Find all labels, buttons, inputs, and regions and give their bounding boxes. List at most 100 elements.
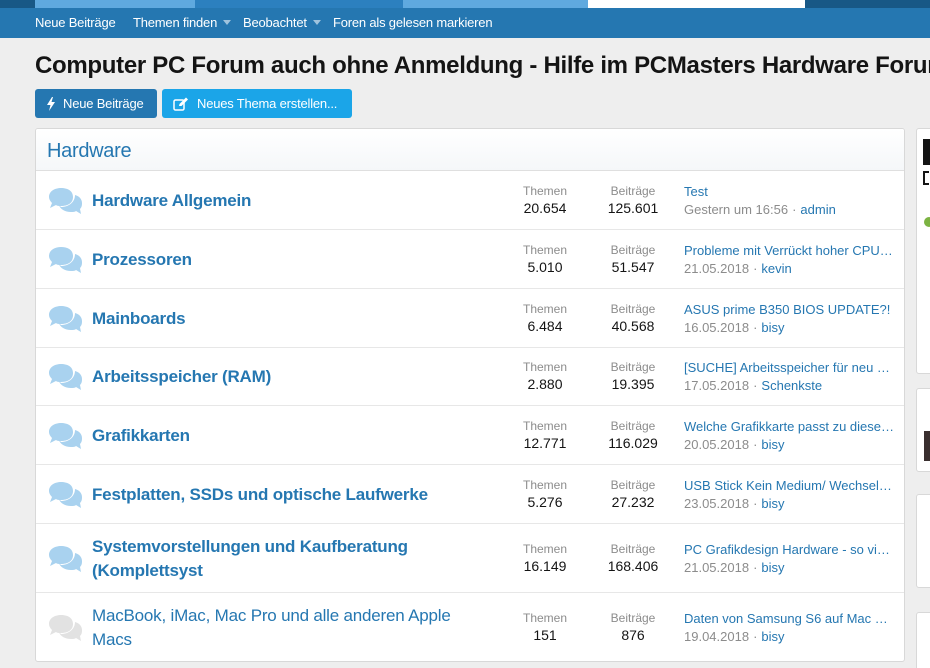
edit-icon bbox=[173, 97, 188, 111]
latest-thread-link[interactable]: PC Grafikdesign Hardware - so vi… bbox=[684, 541, 896, 559]
stat-threads: Themen 16.149 bbox=[505, 541, 585, 576]
page-title: Computer PC Forum auch ohne Anmeldung - … bbox=[35, 52, 930, 79]
sidebar-card bbox=[916, 388, 930, 472]
forum-row: MacBook, iMac, Mac Pro und alle anderen … bbox=[36, 593, 904, 661]
latest-post-date[interactable]: 19.04.2018 bbox=[684, 629, 749, 644]
latest-post-date[interactable]: Gestern um 16:56 bbox=[684, 202, 788, 217]
forum-title-link[interactable]: Systemvorstellungen und Kaufberatung (Kom… bbox=[92, 535, 408, 583]
new-thread-button-label: Neues Thema erstellen... bbox=[197, 96, 338, 111]
new-thread-button[interactable]: Neues Thema erstellen... bbox=[162, 89, 352, 118]
nav-label: Beobachtet bbox=[243, 15, 307, 30]
latest-post-user[interactable]: bisy bbox=[761, 496, 784, 511]
speech-bubbles-icon[interactable] bbox=[47, 187, 83, 219]
latest-post-date[interactable]: 21.05.2018 bbox=[684, 560, 749, 575]
speech-bubbles-icon[interactable] bbox=[47, 246, 83, 278]
latest-post-date[interactable]: 20.05.2018 bbox=[684, 437, 749, 452]
meta-separator: · bbox=[753, 320, 758, 335]
stat-value: 168.406 bbox=[607, 558, 659, 574]
latest-thread-link[interactable]: Daten von Samsung S6 auf Mac … bbox=[684, 610, 896, 628]
stat-threads: Themen 5.276 bbox=[505, 477, 585, 512]
nav-new-posts[interactable]: Neue Beiträge bbox=[35, 8, 116, 38]
stat-value: 27.232 bbox=[611, 494, 655, 510]
sidebar-card bbox=[916, 494, 930, 588]
forum-title-link[interactable]: Hardware Allgemein bbox=[92, 189, 251, 213]
stat-value: 20.654 bbox=[523, 200, 567, 216]
forum-title-text: Grafikkarten bbox=[92, 426, 190, 445]
meta-separator: · bbox=[753, 560, 758, 575]
latest-post: Welche Grafikkarte passt zu diese… 20.05.… bbox=[684, 418, 896, 454]
new-posts-button[interactable]: Neue Beiträge bbox=[35, 89, 157, 118]
latest-post-user[interactable]: admin bbox=[800, 202, 835, 217]
latest-thread-link[interactable]: Welche Grafikkarte passt zu diese… bbox=[684, 418, 896, 436]
latest-thread-link[interactable]: ASUS prime B350 BIOS UPDATE?! bbox=[684, 301, 896, 319]
stat-value: 125.601 bbox=[607, 200, 659, 216]
speech-bubbles-icon[interactable] bbox=[47, 422, 83, 454]
stat-value: 12.771 bbox=[523, 435, 567, 451]
stat-label: Beiträge bbox=[610, 542, 656, 556]
stat-value: 19.395 bbox=[611, 376, 655, 392]
latest-post: Daten von Samsung S6 auf Mac … 19.04.2018… bbox=[684, 610, 896, 646]
forum-title-link[interactable]: Prozessoren bbox=[92, 248, 192, 272]
forum-title-link[interactable]: MacBook, iMac, Mac Pro und alle anderen … bbox=[92, 604, 451, 652]
stat-value: 16.149 bbox=[523, 558, 567, 574]
speech-bubbles-icon[interactable] bbox=[47, 363, 83, 395]
speech-bubbles-icon[interactable] bbox=[47, 481, 83, 513]
speech-bubbles-icon[interactable] bbox=[47, 305, 83, 337]
latest-post-meta: 16.05.2018 · bisy bbox=[684, 319, 896, 337]
nav-find-threads[interactable]: Themen finden bbox=[133, 8, 232, 38]
stat-threads: Themen 151 bbox=[505, 610, 585, 645]
forum-title-text: Prozessoren bbox=[92, 250, 192, 269]
stat-posts: Beiträge 40.568 bbox=[593, 301, 673, 336]
stat-posts: Beiträge 116.029 bbox=[593, 418, 673, 453]
latest-post-user[interactable]: kevin bbox=[761, 261, 791, 276]
speech-bubbles-icon[interactable] bbox=[47, 614, 83, 646]
bolt-icon bbox=[47, 97, 55, 111]
stat-value: 5.010 bbox=[527, 259, 563, 275]
stat-posts: Beiträge 19.395 bbox=[593, 359, 673, 394]
forum-title-line: MacBook, iMac, Mac Pro und alle anderen … bbox=[92, 606, 451, 625]
latest-post-user[interactable]: bisy bbox=[761, 437, 784, 452]
stat-label: Themen bbox=[522, 478, 568, 492]
latest-post-user[interactable]: Schenkste bbox=[761, 378, 822, 393]
stat-threads: Themen 2.880 bbox=[505, 359, 585, 394]
forum-row: Grafikkarten Themen 12.771 Beiträge 116.029 W… bbox=[36, 406, 904, 465]
stat-label: Beiträge bbox=[610, 243, 656, 257]
latest-post-user[interactable]: bisy bbox=[761, 629, 784, 644]
speech-bubbles-icon[interactable] bbox=[47, 545, 83, 577]
latest-post-user[interactable]: bisy bbox=[761, 320, 784, 335]
stat-value: 51.547 bbox=[611, 259, 655, 275]
forum-row: Prozessoren Themen 5.010 Beiträge 51.547 Prob… bbox=[36, 230, 904, 289]
latest-thread-link[interactable]: Probleme mit Verrückt hoher CPU… bbox=[684, 242, 896, 260]
nav-label: Neue Beiträge bbox=[35, 15, 116, 30]
category-title[interactable]: Hardware bbox=[47, 140, 132, 163]
latest-post-meta: 21.05.2018 · kevin bbox=[684, 260, 896, 278]
forum-title-link[interactable]: Festplatten, SSDs und optische Laufwerke bbox=[92, 483, 428, 507]
latest-post-meta: 17.05.2018 · Schenkste bbox=[684, 377, 896, 395]
meta-separator: · bbox=[753, 261, 758, 276]
latest-post: ASUS prime B350 BIOS UPDATE?! 16.05.2018 ·… bbox=[684, 301, 896, 337]
latest-post-date[interactable]: 16.05.2018 bbox=[684, 320, 749, 335]
sidebar-card bbox=[916, 128, 930, 374]
latest-post-date[interactable]: 17.05.2018 bbox=[684, 378, 749, 393]
latest-post: PC Grafikdesign Hardware - so vi… 21.05.2… bbox=[684, 541, 896, 577]
latest-post-date[interactable]: 23.05.2018 bbox=[684, 496, 749, 511]
latest-post-meta: 20.05.2018 · bisy bbox=[684, 436, 896, 454]
forum-row: Hardware Allgemein Themen 20.654 Beiträge 12… bbox=[36, 171, 904, 230]
latest-thread-link[interactable]: USB Stick Kein Medium/ Wechsel… bbox=[684, 477, 896, 495]
stat-threads: Themen 20.654 bbox=[505, 183, 585, 218]
latest-thread-link[interactable]: [SUCHE] Arbeitsspeicher für neu … bbox=[684, 359, 896, 377]
nav-watched[interactable]: Beobachtet bbox=[243, 8, 321, 38]
category-header: Hardware bbox=[36, 129, 904, 171]
forum-title-link[interactable]: Mainboards bbox=[92, 307, 186, 331]
nav-mark-forums-read[interactable]: Foren als gelesen markieren bbox=[333, 8, 493, 38]
forum-title-line: Systemvorstellungen und Kaufberatung bbox=[92, 537, 408, 556]
forum-title-link[interactable]: Arbeitsspeicher (RAM) bbox=[92, 365, 271, 389]
sidebar-card bbox=[916, 612, 930, 668]
latest-post-user[interactable]: bisy bbox=[761, 560, 784, 575]
latest-post-meta: 19.04.2018 · bisy bbox=[684, 628, 896, 646]
latest-post-date[interactable]: 21.05.2018 bbox=[684, 261, 749, 276]
latest-thread-link[interactable]: Test bbox=[684, 183, 896, 201]
stat-posts: Beiträge 876 bbox=[593, 610, 673, 645]
stat-value: 6.484 bbox=[527, 318, 563, 334]
forum-title-link[interactable]: Grafikkarten bbox=[92, 424, 190, 448]
